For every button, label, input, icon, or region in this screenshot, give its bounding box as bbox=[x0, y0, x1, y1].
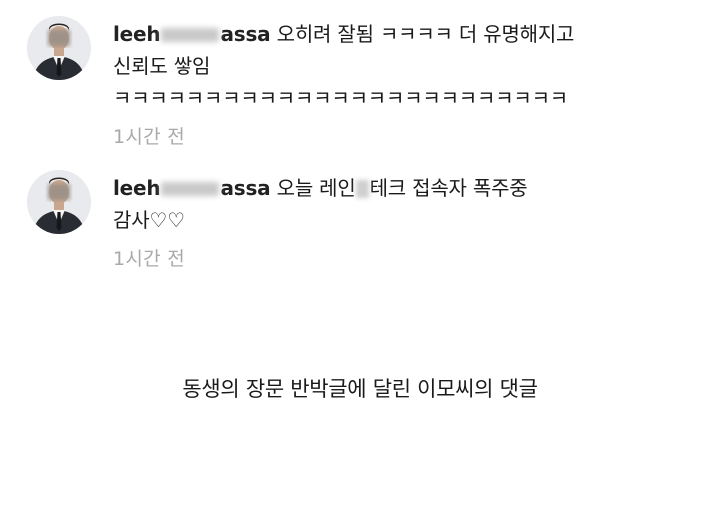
username-end: assa bbox=[220, 176, 271, 200]
username-start: leeh bbox=[113, 176, 161, 200]
comment-line-1-start: 오늘 레인 bbox=[276, 176, 356, 200]
comment-text: leeh assa 오히려 잘됨 ㅋㅋㅋㅋ 더 유명해지고신뢰도 쌓임 ㅋㅋㅋㅋㅋㅋ… bbox=[113, 16, 700, 114]
text-blur bbox=[355, 180, 369, 198]
comment-line-1-end: 테크 접속자 폭주중 bbox=[369, 176, 528, 200]
username-blur bbox=[161, 28, 220, 42]
timestamp: 1시간 전 bbox=[113, 248, 186, 270]
username-start: leeh bbox=[113, 22, 161, 46]
timestamp: 1시간 전 bbox=[113, 126, 186, 148]
avatar[interactable] bbox=[27, 16, 91, 80]
avatar[interactable] bbox=[27, 170, 91, 234]
profile-photo-icon bbox=[27, 170, 91, 234]
caption: 동생의 장문 반박글에 달린 이모씨의 댓글 bbox=[182, 377, 538, 401]
username-end: assa bbox=[220, 22, 271, 46]
profile-photo-icon bbox=[27, 16, 91, 80]
comment-line-1: 오히려 잘됨 ㅋㅋㅋㅋ 더 유명해지고 bbox=[276, 22, 575, 46]
comment-item: leeh assa 오늘 레인 테크 접속자 폭주중감사♡♡ 1시간 전 bbox=[27, 170, 700, 271]
username[interactable]: leeh assa bbox=[113, 176, 271, 200]
comment-line-2: 감사♡♡ bbox=[113, 208, 185, 232]
username[interactable]: leeh assa bbox=[113, 22, 271, 46]
comment-text: leeh assa 오늘 레인 테크 접속자 폭주중감사♡♡ bbox=[113, 170, 700, 236]
username-blur bbox=[161, 182, 220, 196]
comment-body: leeh assa 오늘 레인 테크 접속자 폭주중감사♡♡ 1시간 전 bbox=[113, 170, 700, 271]
comment-item: leeh assa 오히려 잘됨 ㅋㅋㅋㅋ 더 유명해지고신뢰도 쌓임 ㅋㅋㅋㅋㅋㅋ… bbox=[27, 16, 700, 149]
comment-body: leeh assa 오히려 잘됨 ㅋㅋㅋㅋ 더 유명해지고신뢰도 쌓임 ㅋㅋㅋㅋㅋㅋ… bbox=[113, 16, 700, 149]
comment-line-2: 신뢰도 쌓임 bbox=[113, 54, 211, 78]
comment-line-3: ㅋㅋㅋㅋㅋㅋㅋㅋㅋㅋㅋㅋㅋㅋㅋㅋㅋㅋㅋㅋㅋㅋㅋㅋㅋ bbox=[113, 86, 568, 110]
